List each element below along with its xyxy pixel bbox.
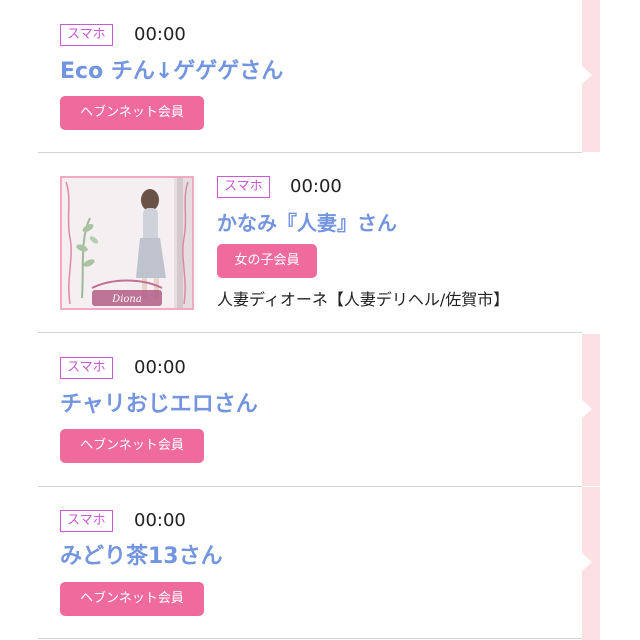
user-name-link[interactable]: チャリおじエロさん — [60, 391, 258, 419]
divider — [38, 638, 582, 639]
photo-logo-text: Diona — [111, 294, 142, 305]
profile-photo-image: Diona — [62, 178, 192, 308]
device-badge: スマホ — [60, 357, 113, 379]
page: スマホ 00:00 Eco チん↓ゲゲゲさん ヘブンネット会員 Diona スマ… — [0, 0, 640, 640]
access-time: 00:00 — [290, 176, 342, 197]
member-type-badge: ヘブンネット会員 — [60, 429, 204, 463]
divider — [38, 486, 582, 487]
side-tab-notch — [582, 66, 592, 84]
device-badge: スマホ — [60, 510, 113, 532]
access-time: 00:00 — [134, 510, 186, 531]
side-tab-notch — [582, 553, 592, 571]
member-type-badge: ヘブンネット会員 — [60, 96, 204, 130]
access-time: 00:00 — [134, 24, 186, 45]
member-type-badge: ヘブンネット会員 — [60, 582, 204, 616]
shop-name-link[interactable]: 人妻ディオーネ【人妻デリヘル/佐賀市】 — [217, 286, 509, 310]
divider — [38, 332, 582, 333]
user-name-link[interactable]: Eco チん↓ゲゲゲさん — [60, 58, 283, 86]
device-badge: スマホ — [60, 24, 113, 46]
profile-photo[interactable]: Diona — [60, 176, 194, 310]
device-badge: スマホ — [217, 176, 270, 198]
user-name-link[interactable]: みどり茶13さん — [60, 543, 223, 571]
user-name-link[interactable]: かなみ『人妻』さん — [217, 209, 397, 237]
access-time: 00:00 — [134, 357, 186, 378]
side-tab-notch — [582, 400, 592, 418]
divider — [38, 152, 582, 153]
member-type-badge: 女の子会員 — [217, 244, 317, 278]
